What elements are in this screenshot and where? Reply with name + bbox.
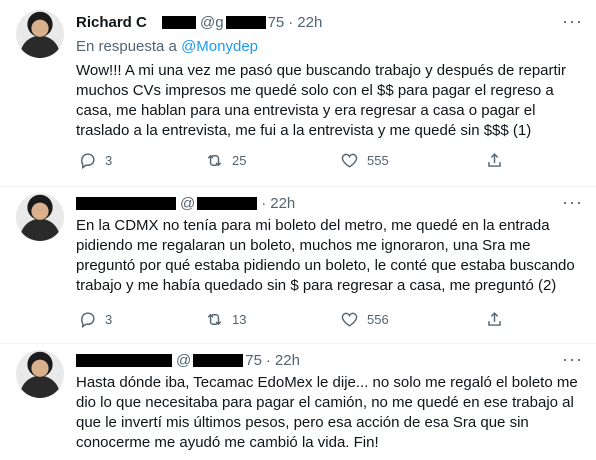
more-icon[interactable]: ··· <box>562 193 582 215</box>
redacted-name <box>162 15 196 29</box>
tweet-actions: 3 25 555 <box>70 148 510 172</box>
tweet-text: Hasta dónde iba, Tecamac EdoMex le dije.… <box>76 374 578 451</box>
share-icon <box>488 152 501 167</box>
avatar[interactable] <box>16 193 64 241</box>
more-icon[interactable]: ··· <box>562 12 582 34</box>
handle-suffix: 75 <box>245 351 262 369</box>
tweet-1[interactable]: Richard C @g 75 · 22h ··· En respuesta a… <box>0 0 596 186</box>
separator-dot: · <box>265 351 271 369</box>
author-handle[interactable]: @g <box>200 14 224 31</box>
like-count: 556 <box>367 311 389 327</box>
reply-icon <box>81 311 95 328</box>
author-handle[interactable]: @ <box>180 195 195 212</box>
avatar[interactable] <box>16 350 64 398</box>
tweet-2[interactable]: @ · 22h ··· En la CDMX no tenía para mi … <box>0 187 596 343</box>
reply-button[interactable]: 3 <box>78 148 112 172</box>
timestamp[interactable]: 22h <box>297 14 322 31</box>
timestamp[interactable]: 22h <box>270 195 295 212</box>
tweet-header: @ 75 · 22h <box>76 350 300 370</box>
reply-count: 3 <box>105 152 113 168</box>
timestamp[interactable]: 22h <box>275 352 300 369</box>
separator-dot: · <box>261 194 267 212</box>
like-button[interactable]: 556 <box>340 307 389 331</box>
separator-dot: · <box>288 13 294 31</box>
more-icon[interactable]: ··· <box>562 350 582 372</box>
share-icon <box>488 311 501 326</box>
redacted-handle <box>225 15 266 29</box>
like-button[interactable]: 555 <box>340 148 389 172</box>
redacted-name <box>76 353 172 367</box>
reply-button[interactable]: 3 <box>78 307 112 331</box>
reply-icon <box>81 152 95 169</box>
redacted-handle <box>193 353 244 367</box>
reply-context: En respuesta a @Monydep <box>76 38 258 55</box>
reply-count: 3 <box>105 311 113 327</box>
author-name[interactable]: Richard C <box>76 14 166 31</box>
tweet-actions: 3 13 556 <box>70 307 510 331</box>
like-count: 555 <box>367 152 389 168</box>
retweet-icon <box>207 154 222 166</box>
reply-mention-link[interactable]: @Monydep <box>181 38 258 55</box>
retweet-count: 13 <box>232 311 247 327</box>
share-button[interactable] <box>485 307 504 331</box>
avatar[interactable] <box>16 10 64 58</box>
redacted-name <box>76 196 176 210</box>
tweet-3[interactable]: @ 75 · 22h ··· Hasta dónde iba, Tecamac … <box>0 344 596 460</box>
retweet-button[interactable]: 25 <box>205 148 246 172</box>
reply-prefix: En respuesta a <box>76 38 177 55</box>
author-handle[interactable]: @ <box>176 352 191 369</box>
heart-icon <box>341 153 358 168</box>
tweet-header: @ · 22h <box>76 193 295 213</box>
retweet-icon <box>207 313 222 325</box>
tweet-header: Richard C @g 75 · 22h <box>76 12 322 32</box>
retweet-button[interactable]: 13 <box>205 307 246 331</box>
share-button[interactable] <box>485 148 504 172</box>
redacted-handle <box>197 196 258 210</box>
handle-suffix: 75 <box>267 13 285 31</box>
heart-icon <box>341 312 358 327</box>
tweet-text: En la CDMX no tenía para mi boleto del m… <box>76 217 575 294</box>
tweet-text: Wow!!! A mi una vez me pasó que buscando… <box>76 62 567 139</box>
retweet-count: 25 <box>232 152 247 168</box>
